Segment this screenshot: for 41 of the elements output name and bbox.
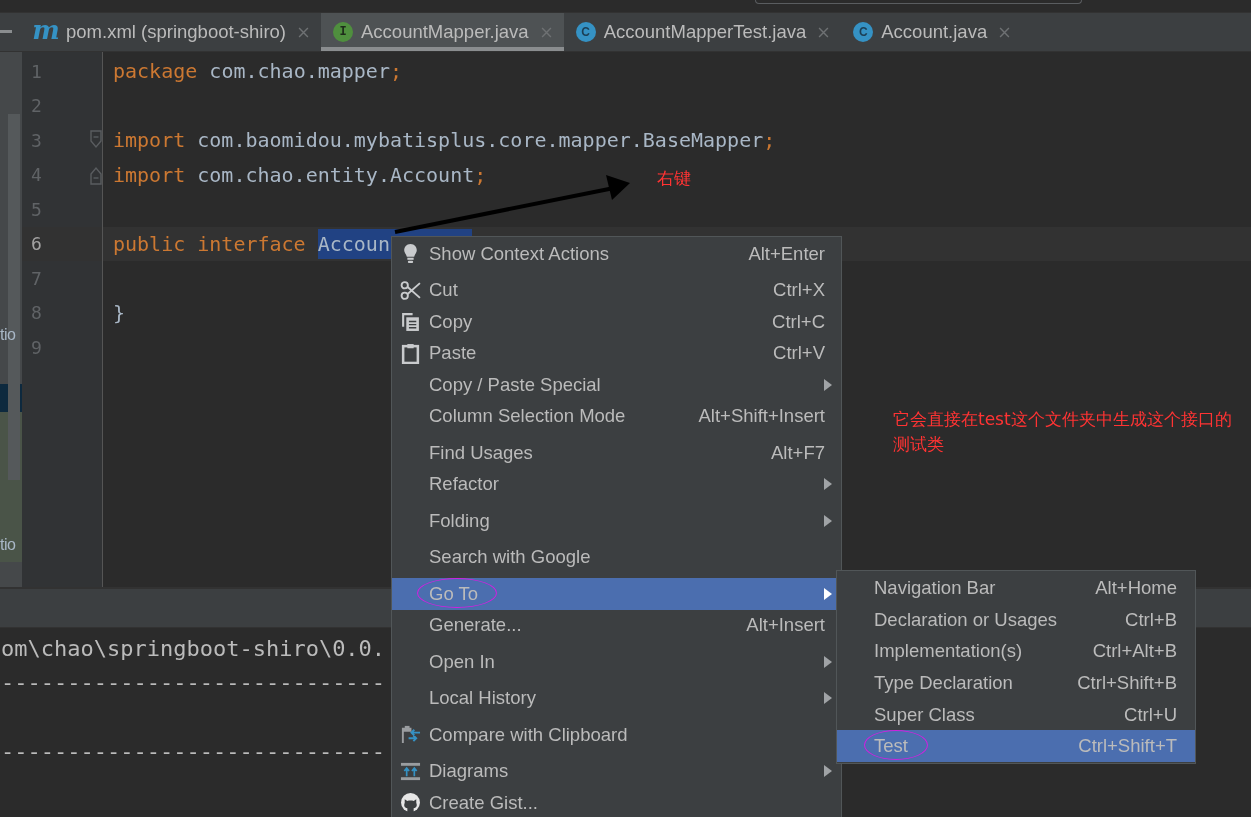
clipboard-icon xyxy=(400,342,421,364)
close-icon[interactable] xyxy=(298,26,309,38)
file-type-icon: I xyxy=(333,22,353,42)
console-line: ----------------------------- xyxy=(1,739,386,765)
editor-tab[interactable]: C AccountMapperTest.java xyxy=(563,13,842,51)
code-line: import com.baomidou.mybatisplus.core.mapper.BaseMapper; xyxy=(113,127,776,155)
close-icon[interactable] xyxy=(999,26,1011,38)
menu-item[interactable]: Paste Ctrl+V xyxy=(392,337,841,369)
annotation-text: 它会直接在test这个文件夹中生成这个接口的测试类 xyxy=(893,408,1233,456)
menu-item[interactable]: Find Usages Alt+F7 xyxy=(392,437,841,469)
menu-item[interactable]: Column Selection Mode Alt+Shift+Insert xyxy=(392,400,841,432)
menu-item[interactable]: Show Context Actions Alt+Enter xyxy=(392,238,841,270)
menu-item[interactable]: Folding xyxy=(392,505,841,537)
line-number: 6 xyxy=(31,233,42,255)
menu-item[interactable]: Create Gist... xyxy=(392,787,841,817)
code-line: import com.chao.entity.Account; xyxy=(113,161,487,189)
annotation-text: 右键 xyxy=(657,167,691,190)
menu-item[interactable]: Refactor xyxy=(392,468,841,500)
menu-item[interactable]: Copy / Paste Special xyxy=(392,369,841,401)
diagram-icon xyxy=(400,760,421,782)
menu-item[interactable]: Cut Ctrl+X xyxy=(392,274,841,306)
menu-item[interactable]: Search with Google xyxy=(392,541,841,573)
console-line: om\chao\springboot-shiro\0.0. xyxy=(1,635,386,661)
cat-silhouette-icon xyxy=(400,792,421,814)
panel-text: tio xyxy=(0,326,16,344)
code-line: package com.chao.mapper; xyxy=(113,58,402,86)
panel-text: tio xyxy=(0,536,16,554)
editor-tab[interactable]: C Account.java xyxy=(841,13,1023,51)
console-line: ----------------------------- xyxy=(1,670,386,696)
menu-item[interactable]: Copy Ctrl+C xyxy=(392,306,841,338)
file-type-icon: C xyxy=(853,22,874,42)
file-type-icon: m xyxy=(34,20,58,40)
copy-icon xyxy=(400,311,421,333)
scissors-icon xyxy=(400,279,421,301)
editor-tab[interactable]: I AccountMapper.java xyxy=(321,13,564,51)
editor-tab[interactable]: m pom.xml (springboot-shiro) xyxy=(22,13,321,51)
file-type-icon: C xyxy=(575,22,596,42)
compare-icon xyxy=(400,724,421,746)
close-icon[interactable] xyxy=(540,26,552,38)
close-icon[interactable] xyxy=(818,26,830,38)
code-line: } xyxy=(113,299,126,327)
